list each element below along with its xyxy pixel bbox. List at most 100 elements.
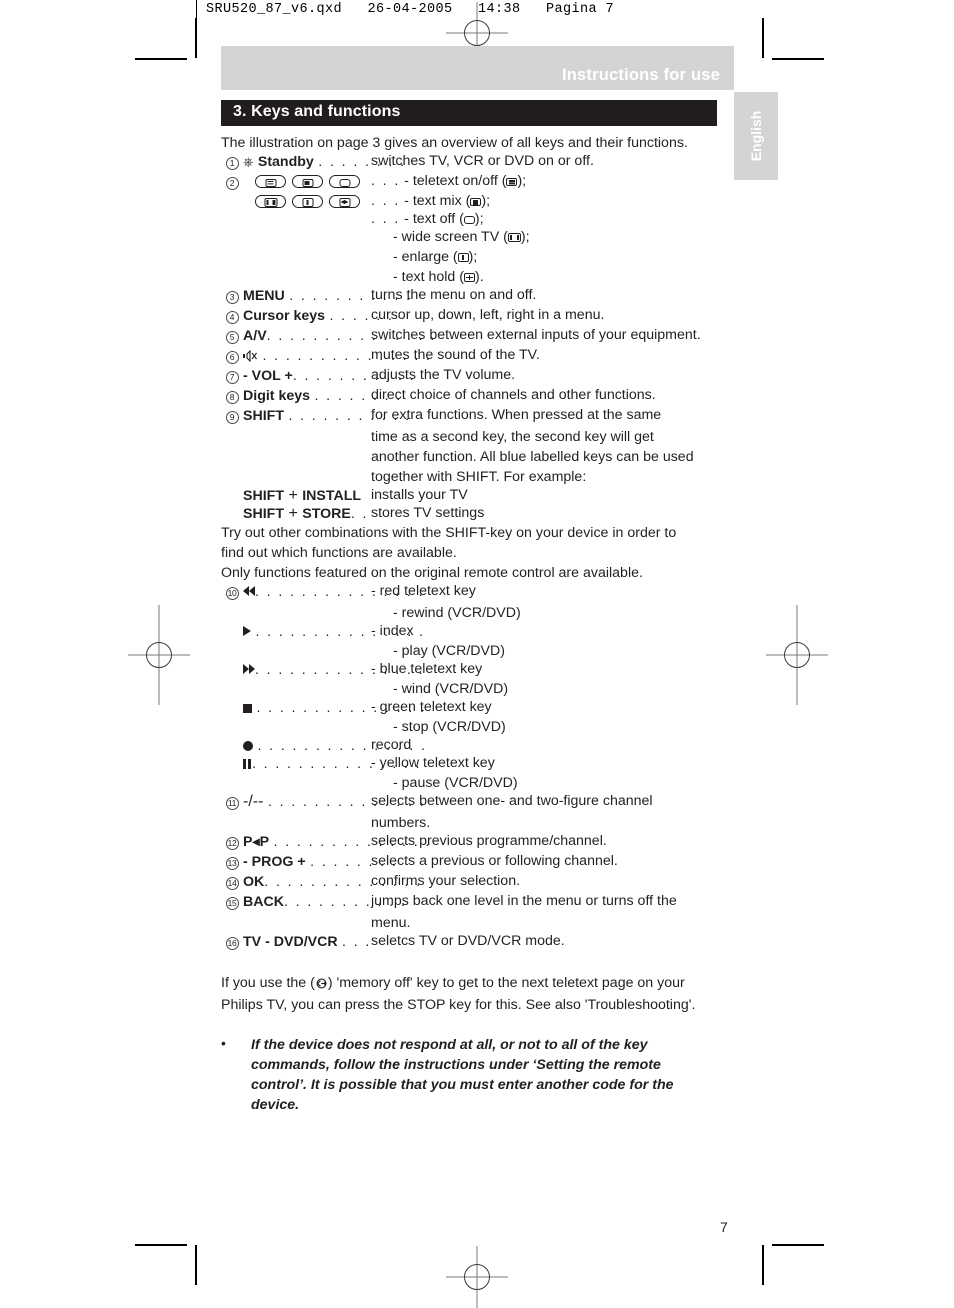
crop-mark-top-left-h [135, 58, 187, 60]
leader-dots: . . . [371, 193, 401, 209]
key-description: jumps back one level in the menu or turn… [371, 893, 677, 909]
key-description: selects a previous or following channel. [371, 853, 618, 869]
shift-note-2: find out which functions are available. [221, 545, 457, 561]
item-number: 3 [221, 287, 243, 307]
shift-note-3: Only functions featured on the original … [221, 565, 643, 581]
item-number: 11 [221, 793, 243, 813]
text-off-inline-icon [463, 216, 475, 224]
key-label: SHIFT [243, 408, 284, 424]
plus-sign: + [288, 505, 298, 522]
key-item-mute: 6 . . . . . . . . . . . . . . . mutes th… [221, 347, 721, 367]
shift-store-desc: stores TV settings [371, 505, 485, 521]
teletext-line-4: - wide screen TV ( [393, 229, 508, 245]
key-description: turns the menu on and off. [371, 287, 537, 303]
key-description: seletcs TV or DVD/VCR mode. [371, 933, 565, 949]
key-item-transport-record: . . . . . . . . . . . . . . . record [221, 737, 721, 755]
transport-description: - yellow teletext key [371, 755, 495, 771]
item-number: 10 [221, 583, 243, 603]
shift-install-example: SHIFT + INSTALL installs your TV [221, 487, 721, 505]
teletext-line-6: - text hold ( [393, 269, 464, 285]
item-number: 4 [221, 307, 243, 327]
key-item-transport-rewind: 10 . . . . . . . . . . . . . . . - red t… [221, 583, 721, 603]
transport-sub-wind: - wind (VCR/DVD) [393, 681, 509, 697]
pause-icon [243, 759, 252, 769]
key-label: - PROG + [243, 854, 306, 870]
key-item-prog: 13 - PROG + . . . . . . . . selects a pr… [221, 853, 721, 873]
crop-mark-top-left-v [195, 18, 197, 58]
enlarge-inline-icon [457, 253, 469, 262]
enlarge-button-icon [292, 195, 323, 208]
shift-key-label: SHIFT [243, 488, 284, 504]
key-item-teletext-row2: . . . - text mix (); [221, 193, 721, 211]
mute-icon [243, 349, 258, 363]
transport-description: - red teletext key [371, 583, 476, 599]
text-hold-button-icon [329, 195, 360, 208]
wide-screen-inline-icon [507, 233, 521, 242]
teletext-tail-6: ). [474, 269, 484, 285]
one-two-figure-cont: numbers. [371, 815, 431, 831]
registration-mark-left [128, 605, 190, 705]
key-description: direct choice of channels and other func… [371, 387, 656, 403]
shift-key-label: SHIFT [243, 506, 284, 522]
key-item-cursor-keys: 4 Cursor keys . . . . . . cursor up, dow… [221, 307, 721, 327]
install-key-label: INSTALL [302, 488, 362, 504]
key-description: selects between one- and two-figure chan… [371, 793, 653, 809]
teletext-line-2: - text mix ( [404, 193, 471, 209]
plus-sign: + [288, 487, 298, 504]
wide-screen-button-icon [255, 195, 286, 208]
crop-mark-top-right-h [772, 58, 824, 60]
teletext-line-1: - teletext on/off ( [404, 173, 507, 189]
stop-icon [243, 704, 252, 713]
teletext-tail-3: ); [474, 211, 484, 227]
transport-description: - index [371, 623, 414, 639]
transport-description: - blue teletext key [371, 661, 483, 677]
back-cont: menu. [371, 915, 411, 931]
key-item-volume: 7 - VOL +. . . . . . . . . . . adjusts t… [221, 367, 721, 387]
key-description: for extra functions. When pressed at the… [371, 407, 662, 423]
key-item-one-two-figure: 11 -/-- . . . . . . . . . . . . . . sele… [221, 793, 721, 813]
closing-text-a: If you use the ( [221, 975, 315, 991]
leader-dots: . . [350, 506, 369, 522]
film-header-text: SRU520_87_v6.qxd 26-04-2005 14:38 Pagina… [206, 2, 615, 17]
item-number: 16 [221, 933, 243, 953]
shift-install-desc: installs your TV [371, 487, 468, 503]
leader-dots: . . . [342, 934, 372, 950]
key-item-menu: 3 MENU . . . . . . . . . . . turns the m… [221, 287, 721, 307]
teletext-tail-5: ); [468, 249, 478, 265]
key-item-previous-programme: 12 P◂P . . . . . . . . . . . . . . selec… [221, 833, 721, 853]
crop-mark-bottom-left-v [195, 1245, 197, 1285]
crop-mark-top-right-v [762, 18, 764, 58]
key-item-ok: 14 OK. . . . . . . . . . . . . . confirm… [221, 873, 721, 893]
key-item-av: 5 A/V. . . . . . . . . . . . . . . switc… [221, 327, 721, 347]
store-key-label: STORE [302, 506, 351, 522]
key-item-teletext-row4: - wide screen TV (); [221, 227, 721, 247]
registration-mark-bottom [446, 1246, 508, 1308]
warning-line-1: If the device does not respond at all, o… [251, 1037, 648, 1053]
item-number: 2 [221, 173, 243, 193]
key-item-tv-dvd-vcr: 16 TV - DVD/VCR . . . seletcs TV or DVD/… [221, 933, 721, 953]
transport-sub-play: - play (VCR/DVD) [393, 643, 505, 659]
key-description: confirms your selection. [371, 873, 521, 889]
key-item-teletext-row5: - enlarge (); [221, 247, 721, 267]
transport-sub-pause: - pause (VCR/DVD) [393, 775, 518, 791]
key-item-transport-pause: . . . . . . . . . . . . . . . - yellow t… [221, 755, 721, 773]
language-tab: English [734, 92, 778, 180]
key-label: Cursor keys [243, 308, 326, 324]
item-number: 9 [221, 407, 243, 427]
memory-off-icon [315, 975, 328, 995]
record-icon [243, 741, 253, 751]
page-content: The illustration on page 3 gives an over… [221, 133, 721, 1115]
key-description: mutes the sound of the TV. [371, 347, 540, 363]
warning-line-2: commands, follow the instructions under … [251, 1057, 661, 1073]
warning-line-3: control’. It is possible that you must e… [251, 1077, 674, 1093]
key-label: OK [243, 874, 265, 890]
rewind-icon [243, 583, 255, 600]
crop-mark-bottom-right-v [762, 1245, 764, 1285]
closing-paragraph-line1: If you use the ( ) 'memory off' key to ge… [221, 973, 721, 995]
intro-text: The illustration on page 3 gives an over… [221, 135, 688, 151]
key-item-transport-wind: . . . . . . . . . . . . . . . - blue tel… [221, 661, 721, 679]
key-description: selects previous programme/channel. [371, 833, 607, 849]
section-title-bar: 3. Keys and functions [221, 100, 717, 126]
closing-text-b: ) 'memory off' key to get to the next te… [327, 975, 685, 991]
leader-dots: . . . [371, 211, 401, 227]
